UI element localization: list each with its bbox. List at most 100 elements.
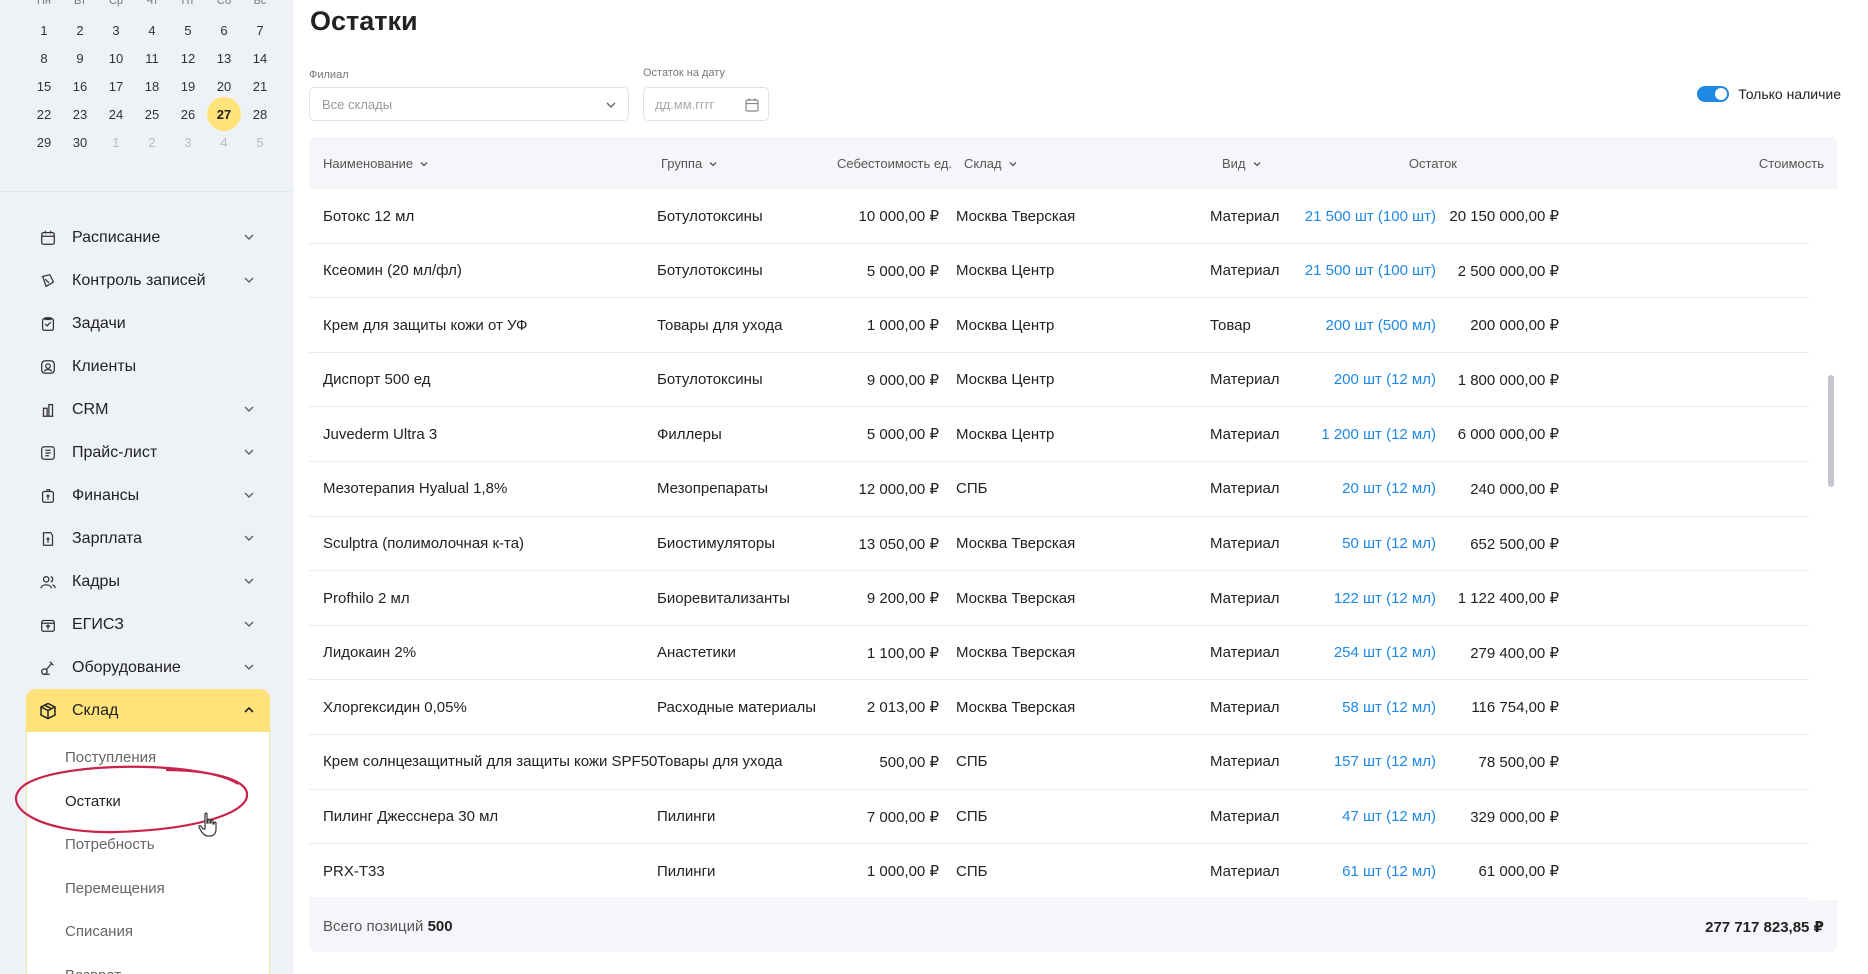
calendar-day[interactable]: 5 (242, 134, 278, 150)
nav-item-calendar[interactable]: Расписание (26, 216, 270, 259)
calendar-day[interactable]: 2 (62, 22, 98, 38)
calendar-day[interactable]: 4 (134, 22, 170, 38)
calendar-day[interactable]: 3 (170, 134, 206, 150)
nav-item-price-list[interactable]: Прайс-лист (26, 431, 270, 474)
col-type-header[interactable]: Вид (1222, 156, 1262, 171)
calendar-day[interactable]: 1 (98, 134, 134, 150)
calendar-day[interactable]: 24 (98, 106, 134, 122)
table-row[interactable]: Ботокс 12 мл Ботулотоксины 10 000,00 ₽ Моск… (309, 189, 1809, 244)
calendar-day[interactable]: 20 (206, 78, 242, 94)
only-available-filter[interactable]: Только наличие (1697, 86, 1841, 102)
calendar-day[interactable]: 4 (206, 134, 242, 150)
calendar-day[interactable]: 25 (134, 106, 170, 122)
calendar-day[interactable]: 6 (206, 22, 242, 38)
nav-item-tasks[interactable]: Задачи (26, 302, 270, 345)
cell-stock[interactable]: 50 шт (12 мл) (1309, 517, 1436, 571)
col-stock-label: Остаток (1408, 156, 1457, 171)
only-available-toggle[interactable] (1697, 86, 1730, 102)
nav-item-equipment[interactable]: Оборудование (26, 646, 270, 689)
table-row[interactable]: Крем солнцезащитный для защиты кожи SPF5… (309, 735, 1809, 790)
calendar-day[interactable]: 30 (62, 134, 98, 150)
nav-item-staff[interactable]: Кадры (26, 560, 270, 603)
calendar-day[interactable]: 1 (26, 22, 62, 38)
cell-stock[interactable]: 254 шт (12 мл) (1309, 626, 1436, 680)
calendar-day[interactable]: 8 (26, 50, 62, 66)
cell-stock[interactable]: 122 шт (12 мл) (1309, 571, 1436, 625)
nav-item-egisz[interactable]: ЕГИСЗ (26, 603, 270, 646)
submenu-item[interactable]: Поступления (27, 736, 269, 780)
cell-stock[interactable]: 21 500 шт (100 шт) (1305, 189, 1436, 243)
calendar-day[interactable]: 10 (98, 50, 134, 66)
cell-value: 1 122 400,00 ₽ (1457, 590, 1559, 608)
calendar-day[interactable]: 15 (26, 78, 62, 94)
calendar-week: 15 16 17 18 19 20 21 (26, 78, 278, 94)
col-group-header[interactable]: Группа (661, 156, 718, 171)
table-row[interactable]: Лидокаин 2% Анастетики 1 100,00 ₽ Москва Тв… (309, 626, 1809, 681)
table-row[interactable]: Крем для защиты кожи от УФ Товары для ухо… (309, 298, 1809, 353)
calendar-day[interactable]: 29 (26, 134, 62, 150)
cell-stock[interactable]: 61 шт (12 мл) (1309, 844, 1436, 898)
calendar-day[interactable]: 19 (170, 78, 206, 94)
calendar-day[interactable]: 7 (242, 22, 278, 38)
total-positions-count: 500 (427, 918, 453, 935)
branch-select[interactable]: Все склады (309, 87, 629, 121)
scrollbar[interactable] (1828, 175, 1834, 760)
table-row[interactable]: Пилинг Джесснера 30 мл Пилинги 7 000,00 ₽ С… (309, 790, 1809, 845)
calendar-day[interactable]: 22 (26, 106, 62, 122)
calendar-day[interactable]: 2 (134, 134, 170, 150)
chevron-down-icon (244, 535, 254, 542)
submenu-item[interactable]: Остатки (27, 780, 269, 824)
calendar-day[interactable]: 11 (134, 50, 170, 66)
scrollbar-thumb[interactable] (1828, 375, 1834, 487)
col-name-header[interactable]: Наименование (323, 156, 429, 171)
cell-stock[interactable]: 200 шт (12 мл) (1309, 353, 1436, 407)
nav-item-salary[interactable]: Зарплата (26, 517, 270, 560)
calendar-day[interactable]: 17 (98, 78, 134, 94)
calendar-day[interactable]: 18 (134, 78, 170, 94)
nav-item-crm[interactable]: CRM (26, 388, 270, 431)
table-row[interactable]: Ксеомин (20 мл/фл) Ботулотоксины 5 000,00 … (309, 244, 1809, 299)
cell-stock[interactable]: 47 шт (12 мл) (1309, 790, 1436, 844)
cell-stock[interactable]: 21 500 шт (100 шт) (1305, 244, 1436, 298)
cell-stock[interactable]: 157 шт (12 мл) (1309, 735, 1436, 789)
table-row[interactable]: PRX-T33 Пилинги 1 000,00 ₽ СПБ Материал 61 шт… (309, 844, 1809, 899)
submenu-item[interactable]: Перемещения (27, 867, 269, 911)
calendar-day[interactable]: 28 (242, 106, 278, 122)
cell-value: 61 000,00 ₽ (1478, 863, 1559, 881)
table-row[interactable]: Диспорт 500 ед Ботулотоксины 9 000,00 ₽ Мос… (309, 353, 1809, 408)
table-row[interactable]: Хлоргексидин 0,05% Расходные материалы 2 0… (309, 680, 1809, 735)
calendar-day[interactable]: 5 (170, 22, 206, 38)
calendar-day[interactable]: 21 (242, 78, 278, 94)
table-row[interactable]: Profhilo 2 мл Биоревитализанты 9 200,00 ₽ М… (309, 571, 1809, 626)
calendar-day[interactable]: 23 (62, 106, 98, 122)
submenu-item[interactable]: Списания (27, 910, 269, 954)
table-row[interactable]: Sculptra (полимолочная к-та) Биостимулято… (309, 517, 1809, 572)
nav-item-label: Задачи (72, 314, 126, 332)
cell-name: Sculptra (полимолочная к-та) (323, 535, 525, 553)
calendar-day[interactable]: 16 (62, 78, 98, 94)
nav-item-finance[interactable]: Финансы (26, 474, 270, 517)
stock-date-input[interactable]: дд.мм.гггг (643, 87, 769, 121)
cell-value: 20 150 000,00 ₽ (1449, 208, 1559, 225)
calendar-day[interactable]: 3 (98, 22, 134, 38)
calendar-day[interactable]: 9 (62, 50, 98, 66)
finance-icon (38, 486, 58, 506)
calendar-day[interactable]: 12 (170, 50, 206, 66)
calendar-day[interactable]: 14 (242, 50, 278, 66)
table-row[interactable]: Мезотерапия Hyalual 1,8% Мезопрепараты 12 … (309, 462, 1809, 517)
calendar-day[interactable]: 26 (170, 106, 206, 122)
submenu-item[interactable]: Возврат (27, 954, 269, 974)
nav-item-clients[interactable]: Клиенты (26, 345, 270, 388)
nav-item-records-control[interactable]: Контроль записей (26, 259, 270, 302)
nav-item-warehouse[interactable]: Склад (26, 689, 270, 732)
cell-stock[interactable]: 20 шт (12 мл) (1309, 462, 1436, 516)
calendar-day[interactable]: 13 (206, 50, 242, 66)
table-row[interactable]: Juvederm Ultra 3 Филлеры 5 000,00 ₽ Москва … (309, 407, 1809, 462)
col-warehouse-header[interactable]: Склад (964, 156, 1018, 171)
cell-stock[interactable]: 58 шт (12 мл) (1309, 680, 1436, 734)
submenu-item[interactable]: Потребность (27, 823, 269, 867)
cell-stock[interactable]: 1 200 шт (12 мл) (1309, 407, 1436, 461)
calendar-icon[interactable] (744, 97, 760, 113)
cell-stock[interactable]: 200 шт (500 мл) (1309, 298, 1436, 352)
calendar-day[interactable]: 27 (206, 97, 242, 131)
